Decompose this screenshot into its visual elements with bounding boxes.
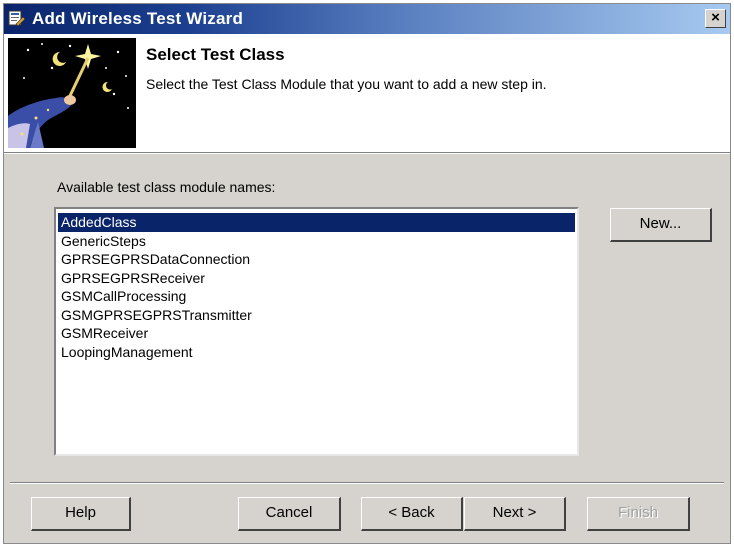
page-title: Select Test Class	[146, 45, 285, 64]
back-button[interactable]: < Back	[361, 497, 463, 531]
window-title: Add Wireless Test Wizard	[32, 9, 244, 28]
title-bar[interactable]: Add Wireless Test Wizard ×	[4, 4, 730, 34]
list-item-addedclass[interactable]: AddedClass	[58, 213, 575, 232]
help-button[interactable]: Help	[31, 497, 131, 531]
wizard-illustration	[8, 38, 136, 148]
list-label: Available test class module names:	[57, 179, 276, 195]
cancel-button[interactable]: Cancel	[238, 497, 341, 531]
wizard-app-icon	[8, 10, 26, 27]
next-button[interactable]: Next >	[464, 497, 566, 531]
wizard-dialog: Add Wireless Test Wizard × Select Test C…	[3, 3, 731, 544]
wizard-header: Select Test Class Select the Test Class …	[4, 34, 730, 153]
finish-button: Finish	[587, 497, 690, 531]
list-item-gsmcallprocessing[interactable]: GSMCallProcessing	[58, 287, 575, 306]
list-item-gprsegprsdataconnection[interactable]: GPRSEGPRSDataConnection	[58, 250, 575, 269]
test-class-listbox[interactable]: AddedClass GenericSteps GPRSEGPRSDataCon…	[54, 207, 579, 456]
page-description: Select the Test Class Module that you wa…	[146, 76, 547, 92]
list-item-gsmreceiver[interactable]: GSMReceiver	[58, 324, 575, 343]
footer-divider	[10, 482, 724, 484]
new-button[interactable]: New...	[610, 208, 712, 242]
close-icon: ×	[711, 9, 720, 26]
list-item-genericsteps[interactable]: GenericSteps	[58, 232, 575, 251]
header-divider	[4, 153, 730, 154]
list-item-loopingmanagement[interactable]: LoopingManagement	[58, 343, 575, 362]
list-item-gsmgprsegprstransmitter[interactable]: GSMGPRSEGPRSTransmitter	[58, 306, 575, 325]
list-item-gprsegprsreceiver[interactable]: GPRSEGPRSReceiver	[58, 269, 575, 288]
close-button[interactable]: ×	[705, 9, 726, 28]
